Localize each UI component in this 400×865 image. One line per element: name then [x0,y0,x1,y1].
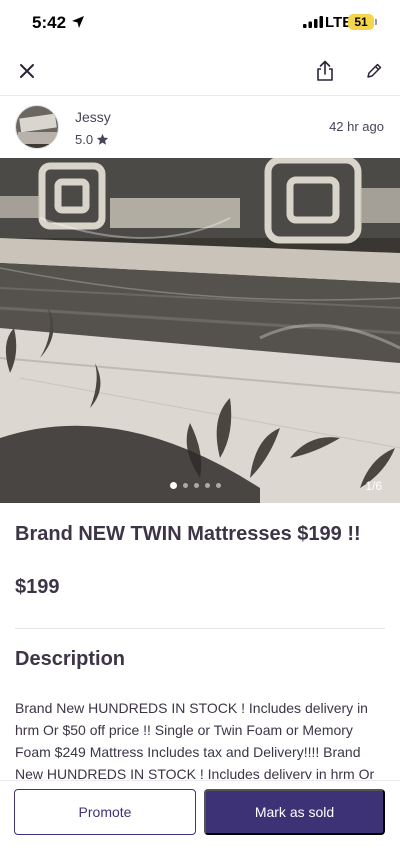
share-button[interactable] [312,58,338,84]
photo-counter: 1/6 [365,479,382,493]
nav-bar [0,46,400,96]
rating-value: 5.0 [75,132,94,147]
action-footer: Promote Mark as sold [0,780,400,865]
share-icon [317,60,333,81]
star-icon [96,133,109,145]
pagination-dot[interactable] [205,483,210,488]
posted-time: 42 hr ago [329,119,384,134]
photo-pagination[interactable] [170,482,221,489]
avatar[interactable] [15,105,59,149]
battery-indicator: 51 [348,14,374,30]
seller-rating: 5.0 [75,132,109,147]
location-arrow-icon [72,16,84,28]
signal-icon [303,16,323,28]
promote-button[interactable]: Promote [14,789,196,835]
pagination-dot[interactable] [170,482,177,489]
close-icon [20,64,34,78]
seller-info[interactable]: Jessy 5.0 42 hr ago [0,97,400,157]
mattress-photo [0,158,400,503]
pagination-dot[interactable] [216,483,221,488]
description-heading: Description [15,648,126,670]
description-text: Brand New HUNDREDS IN STOCK ! Includes d… [15,700,375,779]
edit-icon [367,63,382,78]
listing-photo[interactable] [0,158,400,503]
battery-tip [375,19,377,25]
divider [15,628,385,629]
avatar-image [16,106,58,148]
edit-button[interactable] [361,58,387,84]
close-button[interactable] [14,58,40,84]
status-time: 5:42 [32,13,67,32]
mark-as-sold-button[interactable]: Mark as sold [204,789,385,835]
pagination-dot[interactable] [194,483,199,488]
listing-price: $199 [15,576,60,598]
listing-title: Brand NEW TWIN Mattresses $199 !! [15,523,361,545]
pagination-dot[interactable] [183,483,188,488]
status-bar: 5:42 LTE 51 [0,0,400,46]
seller-name[interactable]: Jessy [75,109,111,125]
